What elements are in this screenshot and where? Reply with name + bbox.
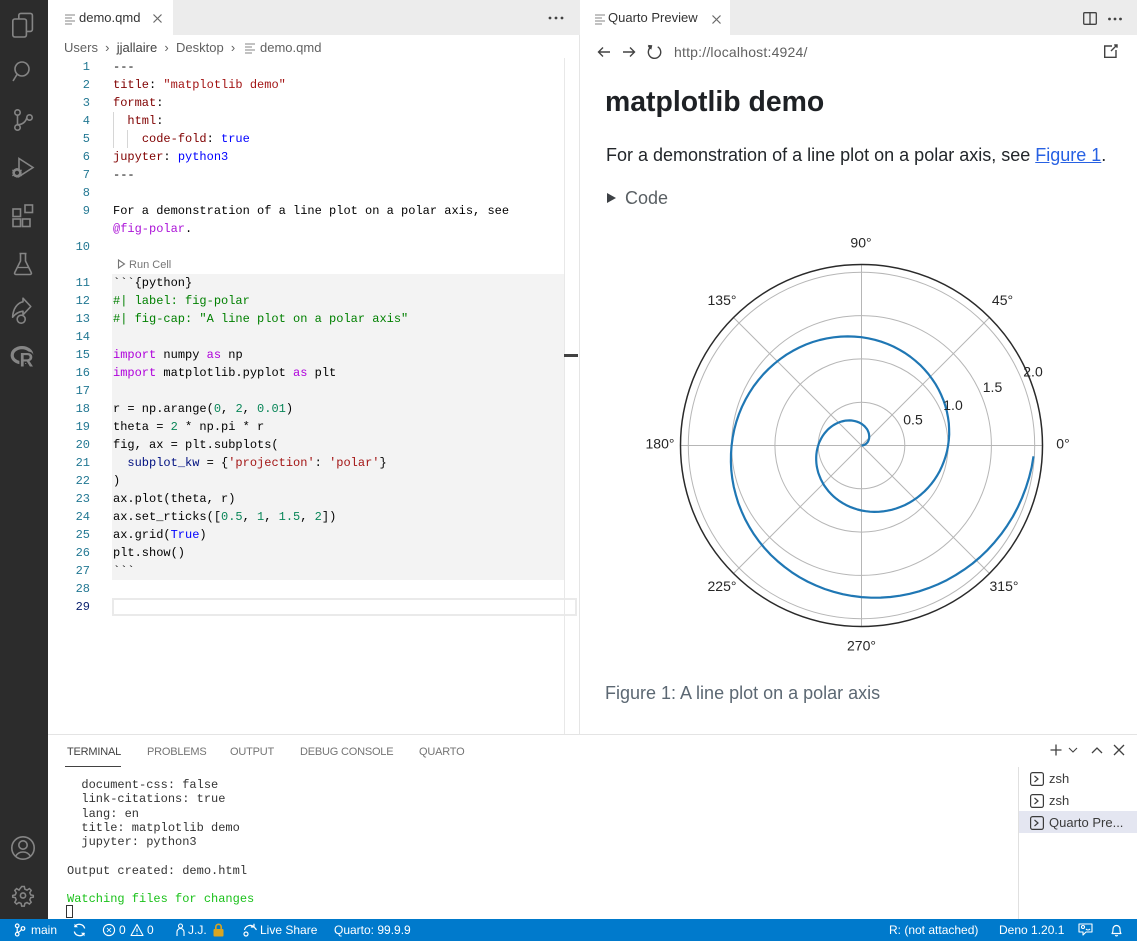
svg-text:2.0: 2.0 [1023, 364, 1043, 380]
svg-text:270°: 270° [847, 638, 876, 654]
svg-text:1.0: 1.0 [943, 397, 963, 413]
svg-text:180°: 180° [646, 436, 675, 452]
svg-text:R: R [20, 350, 34, 371]
svg-text:0°: 0° [1056, 436, 1069, 452]
svg-text:90°: 90° [850, 235, 871, 251]
svg-text:0.5: 0.5 [903, 412, 923, 428]
svg-text:45°: 45° [992, 292, 1013, 308]
svg-text:135°: 135° [708, 292, 737, 308]
svg-text:315°: 315° [990, 578, 1019, 594]
svg-text:225°: 225° [708, 578, 737, 594]
svg-text:1.5: 1.5 [983, 379, 1003, 395]
